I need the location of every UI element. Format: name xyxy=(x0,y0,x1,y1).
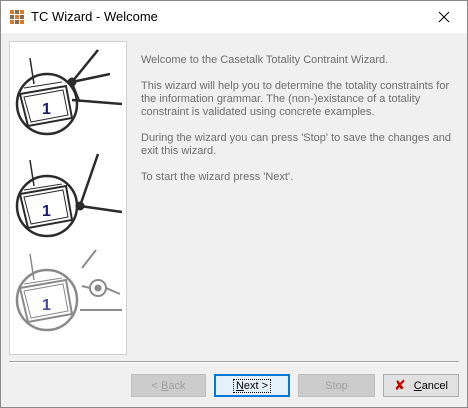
cancel-button[interactable]: ✘ Cancel xyxy=(383,374,459,397)
red-x-icon: ✘ xyxy=(394,377,406,394)
purpose-text: This wizard will help you to determine t… xyxy=(141,80,450,118)
stop-button[interactable]: Stop xyxy=(298,374,375,397)
role-diagram-3 xyxy=(15,249,122,332)
diagram-number-2: 1 xyxy=(42,203,51,220)
stop-info-text: During the wizard you can press 'Stop' t… xyxy=(141,132,451,157)
diagram-number-3: 1 xyxy=(42,297,51,314)
role-diagram-1 xyxy=(15,49,123,136)
button-separator xyxy=(9,361,459,363)
grid-app-icon xyxy=(10,10,24,24)
role-diagram-2 xyxy=(15,153,123,238)
window-title: TC Wizard - Welcome xyxy=(31,9,158,24)
close-icon xyxy=(438,11,450,23)
start-info-text: To start the wizard press 'Next'. xyxy=(141,171,294,183)
wizard-window: TC Wizard - Welcome 1 1 1 Welcome to the… xyxy=(0,0,468,408)
back-button[interactable]: < Back xyxy=(131,374,206,397)
wizard-illustration: 1 1 1 xyxy=(9,41,127,355)
close-button[interactable] xyxy=(421,1,467,33)
wizard-description: Welcome to the Casetalk Totality Contrai… xyxy=(141,54,459,197)
next-button[interactable]: Next > xyxy=(214,374,290,397)
title-bar[interactable]: TC Wizard - Welcome xyxy=(1,1,467,33)
welcome-text: Welcome to the Casetalk Totality Contrai… xyxy=(141,54,389,66)
diagram-number-1: 1 xyxy=(42,101,51,118)
